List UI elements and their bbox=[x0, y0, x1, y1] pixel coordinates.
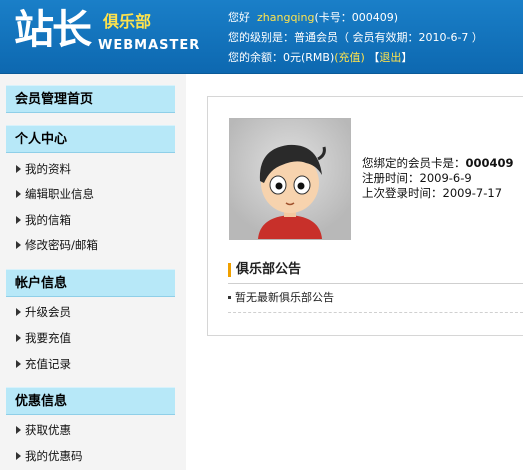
triangle-icon bbox=[16, 215, 21, 224]
avatar-icon bbox=[230, 119, 350, 239]
sidebar-item-recharge[interactable]: 我要充值 bbox=[16, 331, 71, 345]
last-login-time: 上次登录时间：2009-7-17 bbox=[362, 186, 503, 200]
register-time: 注册时间：2009-6-9 bbox=[362, 171, 472, 185]
notice-marker-icon bbox=[228, 263, 231, 277]
bracket-open: 【 bbox=[368, 51, 380, 64]
logout-link[interactable]: 退出 bbox=[379, 51, 401, 64]
sidebar-item-my-mailbox[interactable]: 我的信箱 bbox=[16, 213, 71, 227]
notice-title: 俱乐部公告 bbox=[236, 262, 302, 277]
section-personal-center: 个人中心 bbox=[6, 125, 175, 153]
section-offers: 优惠信息 bbox=[6, 387, 175, 415]
username: zhangqing bbox=[257, 11, 315, 24]
balance-line: 您的余额：0元(RMB)(充值) 【退出】 bbox=[228, 51, 412, 65]
sidebar-item-recharge-history[interactable]: 充值记录 bbox=[16, 357, 71, 371]
triangle-icon bbox=[16, 164, 21, 173]
logo-main[interactable]: 站长 bbox=[14, 6, 92, 54]
section-account-info: 帐户信息 bbox=[6, 269, 175, 297]
card-number-value: 000409 bbox=[465, 156, 514, 170]
sidebar-item-my-coupon[interactable]: 我的优惠码 bbox=[16, 449, 83, 463]
triangle-icon bbox=[16, 425, 21, 434]
level-line: 您的级别是：普通会员（ 会员有效期：2010-6-7 ） bbox=[228, 31, 483, 44]
triangle-icon bbox=[16, 189, 21, 198]
triangle-icon bbox=[16, 240, 21, 249]
triangle-icon bbox=[16, 359, 21, 368]
card-line: 您绑定的会员卡是：000409 bbox=[362, 156, 514, 171]
card-number: (卡号：000409) bbox=[314, 11, 399, 24]
triangle-icon bbox=[16, 451, 21, 460]
greeting-line: 您好 zhangqing(卡号：000409) bbox=[228, 11, 398, 25]
sidebar-item-my-profile[interactable]: 我的资料 bbox=[16, 162, 71, 176]
sidebar-item-upgrade[interactable]: 升级会员 bbox=[16, 305, 71, 319]
sidebar: 会员管理首页 个人中心 我的资料 编辑职业信息 我的信箱 修改密码/邮箱 帐户信… bbox=[0, 74, 186, 470]
sidebar-home[interactable]: 会员管理首页 bbox=[6, 85, 175, 113]
member-info: 您绑定的会员卡是：000409 注册时间：2009-6-9 上次登录时间：200… bbox=[362, 156, 514, 201]
recharge-link[interactable]: (充值) bbox=[334, 51, 365, 64]
balance-text: 您的余额：0元(RMB) bbox=[228, 51, 335, 64]
site-header: 站长 俱乐部 WEBMASTER 您好 zhangqing(卡号：000409)… bbox=[0, 0, 523, 74]
card-label: 您绑定的会员卡是： bbox=[362, 156, 466, 170]
triangle-icon bbox=[16, 333, 21, 342]
sidebar-item-get-offer[interactable]: 获取优惠 bbox=[16, 423, 71, 437]
notice-header: 俱乐部公告 bbox=[228, 261, 523, 284]
logo-sub: WEBMASTER bbox=[98, 38, 201, 53]
sidebar-item-change-password[interactable]: 修改密码/邮箱 bbox=[16, 238, 98, 252]
sidebar-item-edit-career[interactable]: 编辑职业信息 bbox=[16, 187, 94, 201]
bullet-icon bbox=[228, 295, 231, 299]
logo-club: 俱乐部 bbox=[103, 12, 152, 31]
triangle-icon bbox=[16, 307, 21, 316]
bracket-close: 】 bbox=[401, 51, 413, 64]
avatar bbox=[229, 118, 351, 240]
divider bbox=[228, 312, 523, 313]
notice-item: 暂无最新俱乐部公告 bbox=[228, 291, 334, 305]
greeting-prefix: 您好 bbox=[228, 11, 250, 24]
